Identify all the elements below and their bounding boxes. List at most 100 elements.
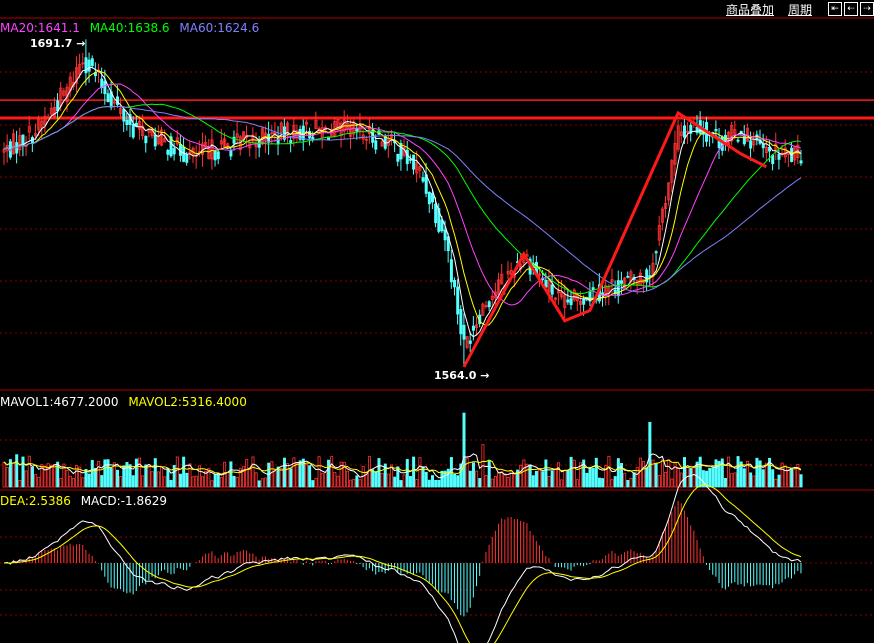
first-page-icon[interactable]: ⇤ — [828, 2, 842, 16]
volume-bar — [141, 475, 145, 488]
volume-bar — [503, 473, 507, 488]
stock-chart: 商品叠加 周期 ⇤ ⇠ ⇢ MA20:1641.1 MA40:1638.6 MA… — [0, 0, 874, 643]
candle-body — [443, 229, 447, 241]
volume-bar — [37, 476, 41, 488]
volume-bar — [144, 464, 148, 488]
prev-page-icon[interactable]: ⇠ — [844, 2, 858, 16]
mavol1-legend: MAVOL1:4677.2000 — [0, 395, 119, 409]
candle-body — [799, 160, 803, 164]
candle-body — [449, 259, 453, 283]
volume-bar — [786, 469, 790, 488]
volume-bar — [683, 457, 687, 488]
volume-bar — [116, 469, 120, 488]
volume-bar — [497, 472, 501, 488]
volume-bar — [563, 469, 567, 488]
volume-bar — [216, 473, 220, 488]
candle-body — [421, 177, 425, 182]
volume-bar — [53, 464, 57, 488]
candle-body — [178, 143, 182, 156]
period-button[interactable]: 周期 — [788, 1, 812, 18]
volume-bar — [210, 480, 214, 488]
volume-bar — [289, 468, 293, 488]
volume-bar — [667, 459, 671, 488]
volume-bar — [138, 457, 142, 488]
volume-bar — [182, 456, 186, 488]
volume-bar — [402, 474, 406, 488]
ma5-line — [3, 66, 802, 338]
volume-bar — [166, 469, 170, 488]
volume-bar — [131, 475, 135, 488]
ma60-legend: MA60:1624.6 — [179, 21, 260, 35]
volume-bar — [308, 465, 312, 488]
volume-bar — [153, 458, 157, 488]
volume-bar — [273, 471, 277, 488]
volume-bar — [575, 479, 579, 488]
candle-body — [456, 286, 460, 315]
volume-bar — [701, 470, 705, 488]
candle-body — [626, 275, 630, 278]
volume-bar — [610, 479, 614, 488]
overlay-button[interactable]: 商品叠加 — [726, 1, 774, 18]
next-page-icon[interactable]: ⇢ — [860, 2, 874, 16]
candle-body — [654, 251, 658, 254]
volume-bar — [320, 473, 324, 488]
volume-bar — [777, 474, 781, 488]
ma40-legend: MA40:1638.6 — [89, 21, 170, 35]
volume-bar — [601, 478, 605, 488]
candle-body — [430, 192, 434, 203]
volume-bar — [298, 460, 302, 488]
candle-body — [106, 93, 110, 103]
volume-bar — [34, 474, 38, 488]
candle-body — [471, 325, 475, 331]
candle-body — [185, 154, 189, 163]
candle-body — [412, 154, 416, 170]
volume-bar — [475, 470, 479, 488]
low-value-label: 1564.0 — [434, 369, 477, 382]
volume-bar — [736, 456, 740, 488]
volume-bar — [323, 472, 327, 488]
volume-bar — [279, 468, 283, 488]
volume-bar — [588, 466, 592, 488]
volume-bar — [18, 479, 22, 488]
volume-bar — [349, 479, 353, 488]
volume-bar — [304, 464, 308, 488]
candle-body — [216, 151, 220, 160]
volume-bar — [358, 479, 362, 488]
volume-bar — [698, 456, 702, 488]
volume-bar — [175, 456, 179, 488]
volume-bar — [100, 475, 104, 488]
volume-bar — [664, 472, 668, 488]
volume-bar — [134, 458, 138, 488]
volume-bar — [758, 460, 762, 488]
volume-bar — [49, 464, 53, 488]
volume-bar — [160, 466, 164, 488]
volume-bar — [408, 476, 412, 488]
volume-bar — [434, 479, 438, 488]
volume-bar — [708, 467, 712, 488]
volume-bar — [585, 472, 589, 488]
volume-bar — [528, 464, 532, 488]
volume-bar — [547, 475, 551, 488]
volume-bar — [541, 471, 545, 488]
volume-bar — [427, 479, 431, 488]
volume-bar — [742, 468, 746, 488]
volume-bar — [594, 457, 598, 488]
volume-bar — [147, 463, 151, 488]
candle-body — [468, 340, 472, 344]
volume-bar — [65, 470, 69, 488]
volume-bar — [749, 472, 753, 488]
candle-body — [144, 135, 148, 144]
candle-body — [408, 158, 412, 161]
candle-body — [453, 280, 457, 288]
candle-body — [427, 191, 431, 205]
volume-bar — [90, 460, 94, 488]
volume-bar — [201, 476, 205, 488]
volume-bar — [730, 473, 734, 488]
volume-bar — [292, 457, 296, 488]
volume-bar — [670, 478, 674, 488]
ma20-legend: MA20:1641.1 — [0, 21, 80, 35]
candle-body — [771, 154, 775, 164]
volume-bar — [317, 456, 321, 488]
volume-bar — [418, 457, 422, 488]
candle-body — [749, 140, 753, 149]
